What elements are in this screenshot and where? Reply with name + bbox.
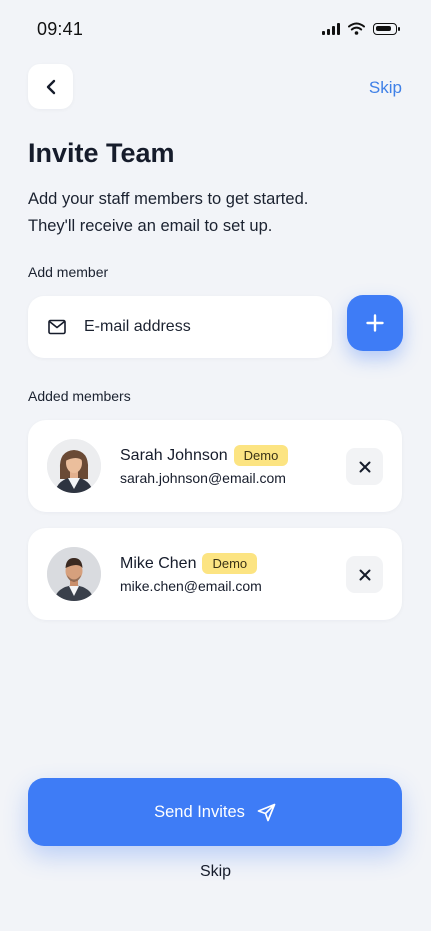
remove-member-button[interactable] xyxy=(346,448,383,485)
wifi-icon xyxy=(348,22,365,35)
mail-icon xyxy=(48,319,66,335)
demo-badge: Demo xyxy=(202,553,258,574)
avatar xyxy=(47,439,101,493)
remove-member-button[interactable] xyxy=(346,556,383,593)
page-subtitle: Add your staff members to get started. T… xyxy=(28,186,408,240)
close-icon xyxy=(359,569,371,581)
close-icon xyxy=(359,461,371,473)
add-member-button[interactable] xyxy=(347,295,403,351)
email-field[interactable] xyxy=(28,296,332,358)
send-icon xyxy=(257,803,276,822)
signal-icon xyxy=(322,22,340,35)
skip-link-top[interactable]: Skip xyxy=(369,78,402,98)
added-members-label: Added members xyxy=(28,388,131,404)
member-name-row: Sarah Johnson Demo xyxy=(120,445,289,466)
battery-icon xyxy=(373,22,400,35)
member-email: mike.chen@email.com xyxy=(120,578,262,594)
status-bar: 09:41 xyxy=(0,0,431,60)
subtitle-line-2: They'll receive an email to set up. xyxy=(28,217,273,235)
invite-team-screen: 09:41 Skip Invite Team Add your staff me… xyxy=(0,0,431,931)
demo-badge: Demo xyxy=(233,445,289,466)
member-name: Mike Chen xyxy=(120,554,197,572)
member-name: Sarah Johnson xyxy=(120,446,228,464)
send-invites-button[interactable]: Send Invites xyxy=(28,778,402,846)
member-name-row: Mike Chen Demo xyxy=(120,553,258,574)
member-card: Sarah Johnson Demo sarah.johnson@email.c… xyxy=(28,420,402,512)
status-icons xyxy=(322,22,400,35)
add-member-label: Add member xyxy=(28,264,109,280)
status-time: 09:41 xyxy=(37,19,84,39)
subtitle-line-1: Add your staff members to get started. xyxy=(28,190,309,208)
back-button[interactable] xyxy=(28,64,73,109)
page-title: Invite Team xyxy=(28,138,175,168)
member-card: Mike Chen Demo mike.chen@email.com xyxy=(28,528,402,620)
plus-icon xyxy=(366,314,384,332)
member-email: sarah.johnson@email.com xyxy=(120,470,286,486)
back-chevron-icon xyxy=(45,79,57,95)
email-input[interactable] xyxy=(84,318,304,336)
skip-link-bottom[interactable]: Skip xyxy=(0,863,431,881)
avatar xyxy=(47,547,101,601)
send-invites-label: Send Invites xyxy=(154,802,245,821)
